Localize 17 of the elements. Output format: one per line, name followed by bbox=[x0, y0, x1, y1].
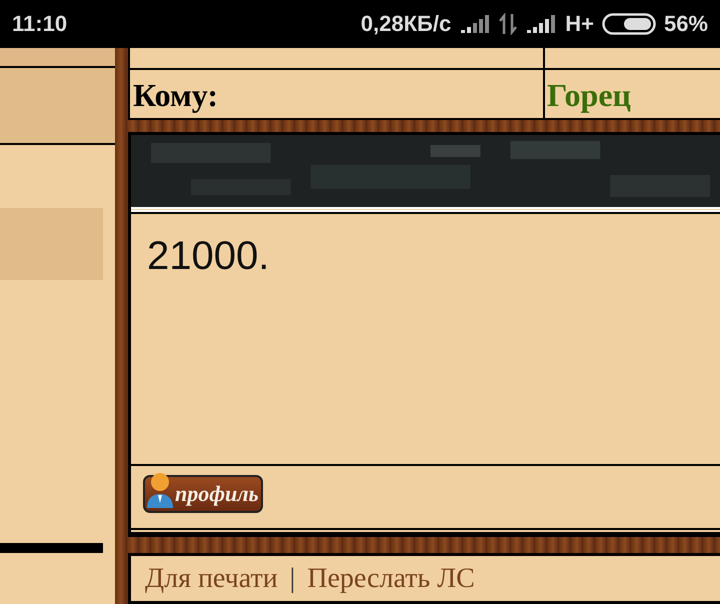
link[interactable]: Переслать ЛС bbox=[307, 562, 475, 594]
person-icon bbox=[145, 470, 175, 510]
sidebar-item[interactable] bbox=[0, 208, 103, 280]
network-type: H+ bbox=[565, 11, 594, 37]
signal-icon bbox=[525, 13, 558, 35]
data-arrows-icon bbox=[499, 12, 518, 36]
table-cell-text: Горец bbox=[546, 76, 632, 115]
table-cell: Кому: bbox=[130, 70, 545, 118]
battery-level: 56% bbox=[664, 11, 708, 37]
clock: 11:10 bbox=[12, 11, 68, 37]
link[interactable]: Для печати bbox=[145, 562, 278, 594]
signal-icon bbox=[459, 13, 492, 35]
profile-button[interactable]: профиль bbox=[143, 475, 263, 513]
separator: | bbox=[290, 562, 296, 594]
message-text: 21000. bbox=[147, 234, 270, 278]
network-speed: 0,28КБ/с bbox=[360, 11, 452, 37]
battery-icon bbox=[602, 13, 656, 35]
